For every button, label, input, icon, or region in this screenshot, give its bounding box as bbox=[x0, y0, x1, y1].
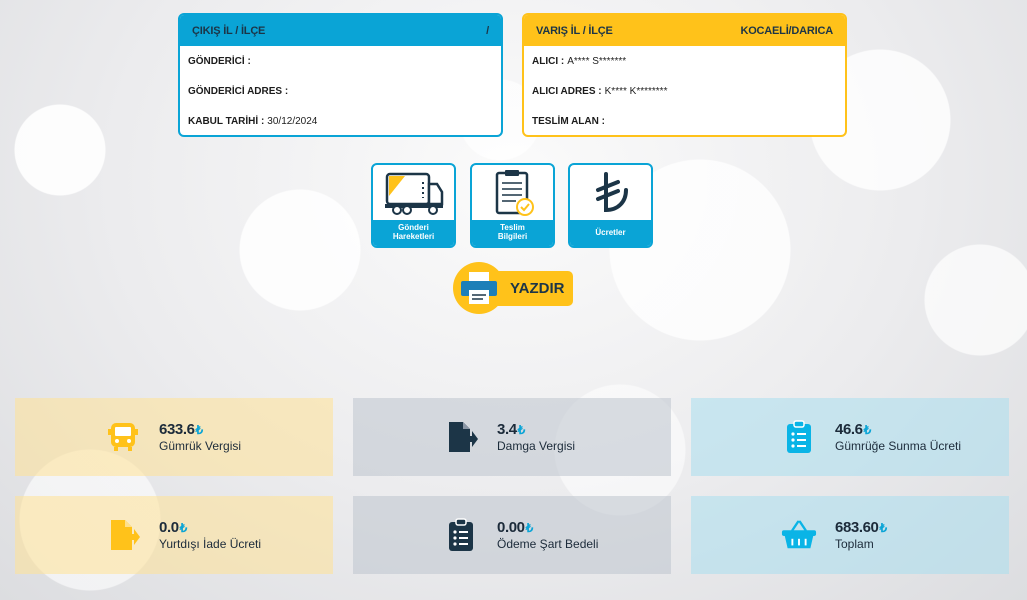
recipient-address-row: ALICI ADRES : K**** K******** bbox=[532, 76, 837, 106]
lira-symbol: ₺ bbox=[195, 423, 204, 437]
destination-location: KOCAELİ/DARICA bbox=[740, 24, 833, 37]
payment-condition-fee-value: 0.00 bbox=[497, 519, 525, 536]
recipient-label: ALICI : bbox=[532, 55, 565, 67]
destination-card-header: VARIŞ İL / İLÇE KOCAELİ/DARICA bbox=[524, 15, 845, 46]
customs-tax-value: 633.6 bbox=[159, 421, 195, 438]
total-value: 683.60 bbox=[835, 519, 879, 536]
file-export-icon bbox=[105, 517, 141, 553]
lira-symbol: ₺ bbox=[179, 521, 188, 535]
destination-card: VARIŞ İL / İLÇE KOCAELİ/DARICA ALICI : A… bbox=[522, 13, 847, 137]
origin-location: / bbox=[486, 24, 489, 37]
sender-label: GÖNDERİCİ : bbox=[188, 55, 251, 67]
fees-tile[interactable]: Ücretler bbox=[568, 163, 653, 248]
total-label: Toplam bbox=[835, 537, 874, 551]
accept-date-value: 30/12/2024 bbox=[267, 115, 318, 127]
lira-symbol: ₺ bbox=[517, 423, 526, 437]
file-export-icon bbox=[443, 419, 479, 455]
delivery-info-tile[interactable]: Teslim Bilgileri bbox=[470, 163, 555, 248]
fees-label: Ücretler bbox=[570, 220, 651, 246]
sender-address-label: GÖNDERİCİ ADRES : bbox=[188, 85, 289, 97]
shipment-movements-label: Gönderi Hareketleri bbox=[373, 220, 454, 246]
origin-card: ÇIKIŞ İL / İLÇE / GÖNDERİCİ : GÖNDERİCİ … bbox=[178, 13, 503, 137]
stamp-tax-label: Damga Vergisi bbox=[497, 439, 576, 453]
recipient-row: ALICI : A**** S******* bbox=[532, 46, 837, 76]
lira-symbol: ₺ bbox=[525, 521, 534, 535]
foreign-return-fee-label: Yurtdışı İade Ücreti bbox=[159, 537, 262, 551]
received-by-label: TESLİM ALAN : bbox=[532, 115, 605, 127]
customs-submission-fee-label: Gümrüğe Sunma Ücreti bbox=[835, 439, 962, 453]
payment-condition-fee-label: Ödeme Şart Bedeli bbox=[497, 537, 599, 551]
received-by-row: TESLİM ALAN : bbox=[532, 106, 837, 135]
foreign-return-fee-card: 0.0₺ Yurtdışı İade Ücreti bbox=[15, 496, 333, 574]
customs-tax-card: 633.6₺ Gümrük Vergisi bbox=[15, 398, 333, 476]
foreign-return-fee-value: 0.0 bbox=[159, 519, 179, 536]
stamp-tax-card: 3.4₺ Damga Vergisi bbox=[353, 398, 671, 476]
clipboard-check-icon bbox=[472, 165, 553, 220]
lira-icon bbox=[570, 165, 651, 220]
payment-condition-fee-card: 0.00₺ Ödeme Şart Bedeli bbox=[353, 496, 671, 574]
lira-symbol: ₺ bbox=[879, 521, 887, 535]
printer-icon bbox=[453, 262, 505, 314]
truck-icon bbox=[373, 165, 454, 220]
accept-date-label: KABUL TARİHİ : bbox=[188, 115, 265, 127]
accept-date-row: KABUL TARİHİ : 30/12/2024 bbox=[188, 106, 493, 135]
lira-symbol: ₺ bbox=[863, 423, 872, 437]
origin-card-header: ÇIKIŞ İL / İLÇE / bbox=[180, 15, 501, 46]
customs-submission-fee-card: 46.6₺ Gümrüğe Sunma Ücreti bbox=[691, 398, 1009, 476]
clipboard-list-icon bbox=[781, 419, 817, 455]
stamp-tax-value: 3.4 bbox=[497, 421, 517, 438]
origin-title: ÇIKIŞ İL / İLÇE bbox=[192, 24, 266, 37]
delivery-info-label: Teslim Bilgileri bbox=[472, 220, 553, 246]
sender-address-row: GÖNDERİCİ ADRES : bbox=[188, 76, 493, 106]
clipboard-list-icon bbox=[443, 517, 479, 553]
bus-icon bbox=[105, 419, 141, 455]
recipient-address-label: ALICI ADRES : bbox=[532, 85, 602, 97]
shipment-movements-tile[interactable]: Gönderi Hareketleri bbox=[371, 163, 456, 248]
customs-submission-fee-value: 46.6 bbox=[835, 421, 863, 438]
print-button[interactable]: YAZDIR bbox=[453, 262, 573, 314]
basket-icon bbox=[781, 517, 817, 553]
destination-title: VARIŞ İL / İLÇE bbox=[536, 24, 613, 37]
sender-row: GÖNDERİCİ : bbox=[188, 46, 493, 76]
recipient-address-value: K**** K******** bbox=[604, 85, 668, 97]
customs-tax-label: Gümrük Vergisi bbox=[159, 439, 242, 453]
total-card: 683.60₺ Toplam bbox=[691, 496, 1009, 574]
recipient-value: A**** S******* bbox=[567, 55, 627, 67]
